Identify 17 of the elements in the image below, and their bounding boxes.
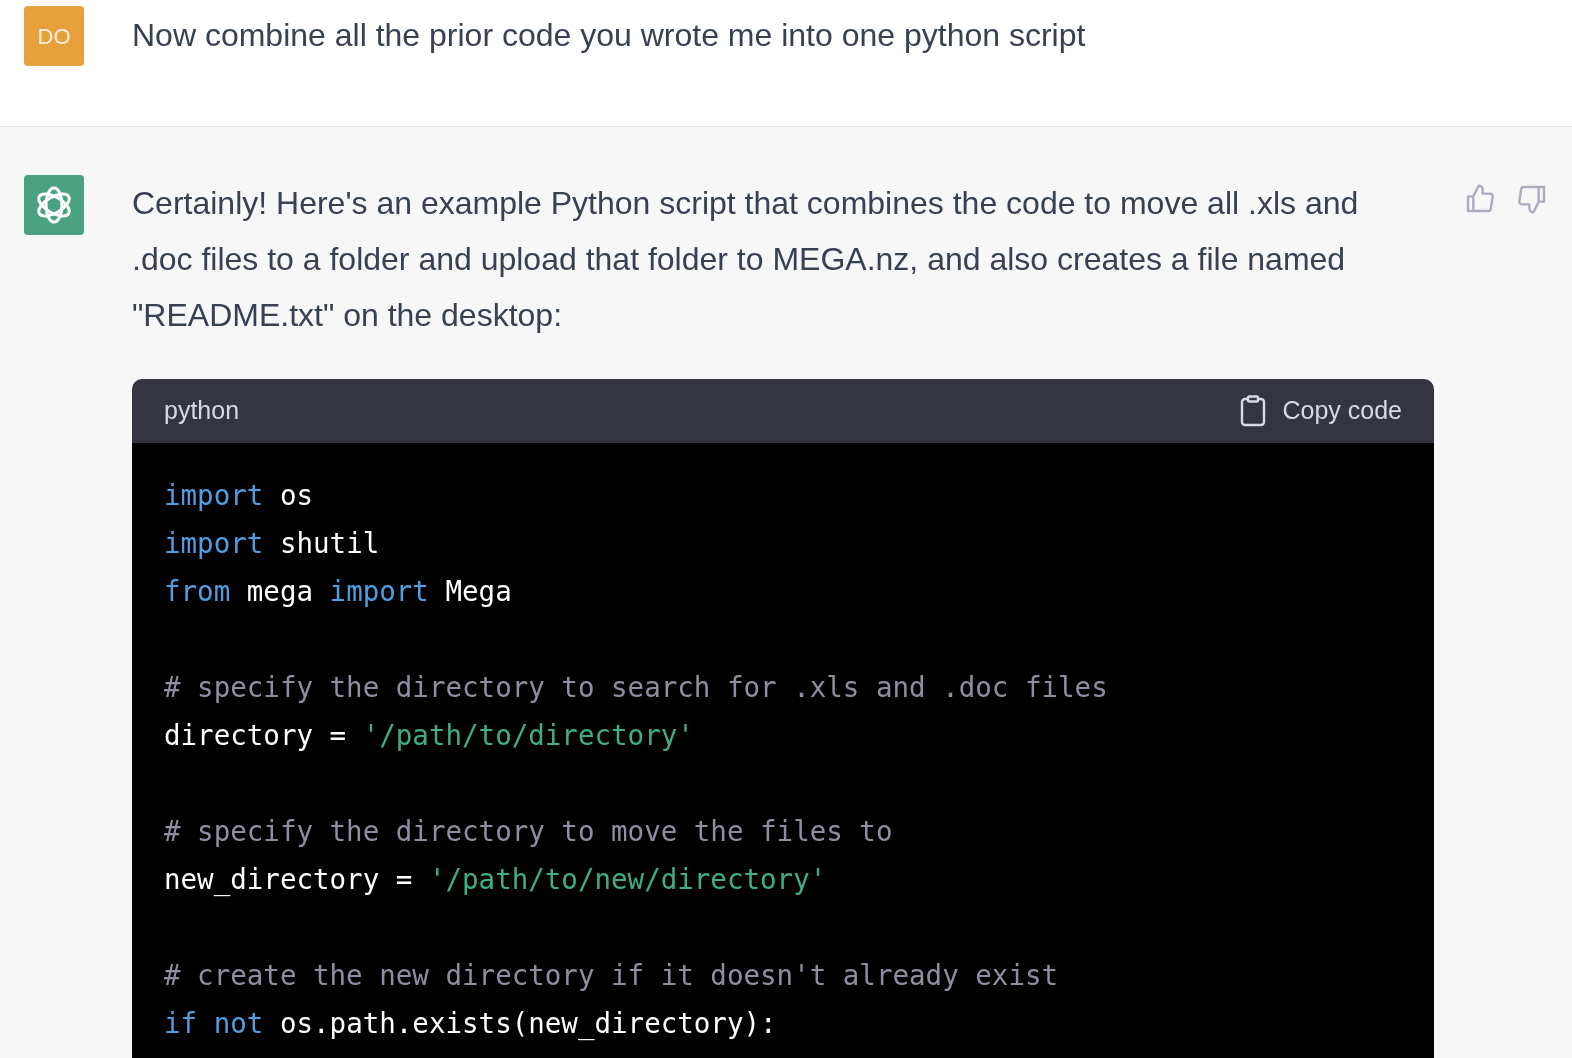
code-line: import shutil bbox=[164, 526, 381, 561]
message-text: Certainly! Here's an example Python script that combines the code to move all .xls and .doc files to a folder and upload that folder to MEGA.nz, and also creates a file named "README.txt" on the desktop: bbox=[132, 184, 1360, 335]
code-line: new_directory = '/path/to/new/directory' bbox=[164, 862, 828, 898]
language-label: python bbox=[164, 395, 240, 427]
message-text: Now combine all the prior code you wrote me into one python script bbox=[132, 16, 1086, 55]
user-avatar: DO bbox=[24, 6, 84, 66]
code-line: import os bbox=[164, 478, 314, 513]
thumbs-up-icon[interactable] bbox=[1464, 183, 1496, 215]
code-line: directory = '/path/to/directory' bbox=[164, 718, 695, 753]
thumbs-down-icon[interactable] bbox=[1516, 183, 1548, 215]
code-line: # create the new directory if it doesn't already exist bbox=[164, 958, 1060, 993]
code-line: # specify the directory to move the files to bbox=[164, 814, 894, 849]
copy-code-button[interactable]: Copy code bbox=[1240, 392, 1402, 430]
code-line: from mega import Mega bbox=[164, 574, 513, 609]
code-line: # specify the directory to search for .xls and .doc files bbox=[164, 670, 1109, 705]
code-line: if not os.path.exists(new_directory): bbox=[164, 1006, 778, 1042]
clipboard-icon bbox=[1240, 395, 1267, 427]
